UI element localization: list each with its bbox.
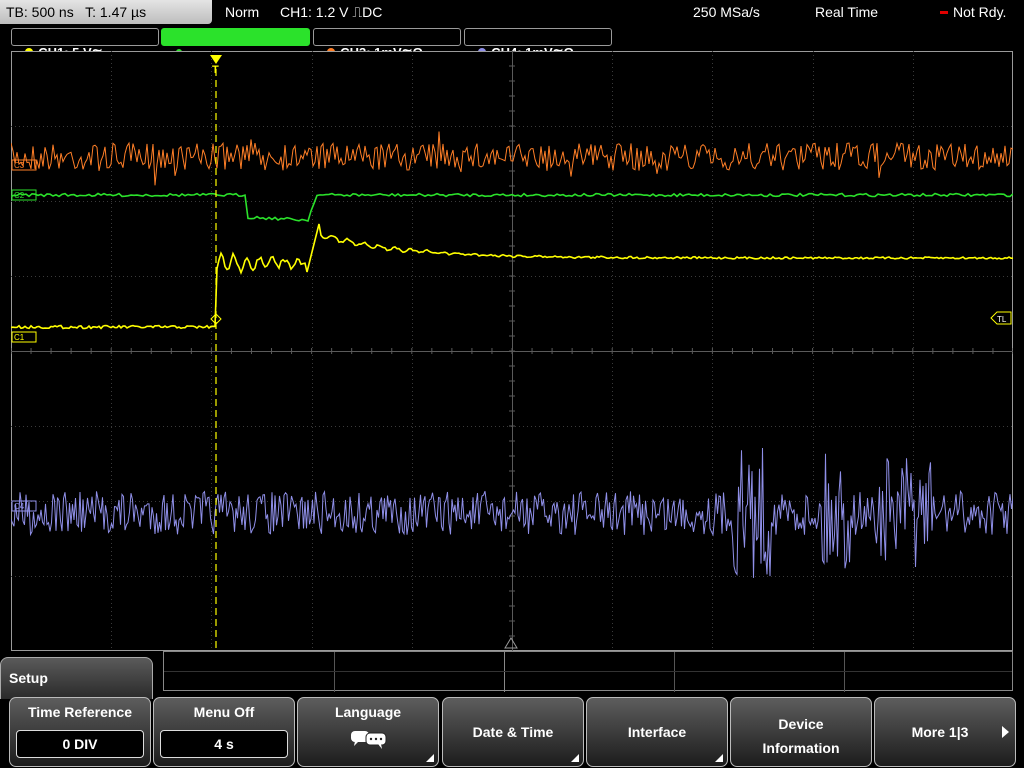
menu-off-label: Menu Off (193, 704, 255, 720)
device-information-label: Device Information (762, 716, 840, 756)
svg-text:C2: C2 (14, 191, 25, 200)
trigger-readout: CH1: 1.2 V ⎍DC (280, 4, 383, 20)
sample-rate: 250 MSa/s (693, 4, 760, 20)
svg-text:C3: C3 (14, 161, 25, 170)
trigger-mode: Norm (225, 4, 260, 20)
svg-text:C4: C4 (14, 502, 25, 511)
language-label: Language (334, 704, 402, 720)
date-time-label: Date & Time (472, 724, 554, 740)
interface-label: Interface (627, 724, 687, 740)
menu-off-button[interactable]: Menu Off 4 s (153, 697, 295, 767)
svg-text:C1: C1 (14, 333, 25, 342)
device-information-button[interactable]: Device Information (730, 697, 872, 767)
speech-bubbles-icon (351, 731, 387, 749)
more-button[interactable]: More 1|3 (874, 697, 1016, 767)
menu-off-value: 4 s (160, 730, 288, 758)
more-label: More 1|3 (911, 724, 969, 740)
menu-title: Setup (0, 657, 153, 699)
tab-ch1[interactable]: CH1: 5 V≅ (11, 28, 159, 60)
svg-text:TL: TL (997, 315, 1007, 324)
date-time-button[interactable]: Date & Time (442, 697, 584, 767)
submenu-corner-icon (426, 754, 434, 762)
time-reference-button[interactable]: Time Reference 0 DIV (9, 697, 151, 767)
tab-ch4[interactable]: CH4: 1mV≅Ω (464, 28, 612, 60)
submenu-corner-icon (715, 754, 723, 762)
tab-ch3[interactable]: CH3: 1mV≅Ω (313, 28, 461, 60)
status-indicator (940, 11, 948, 14)
waveform-display[interactable]: T C3 C2 C1 C4 TL (11, 51, 1013, 651)
status-bar: TB: 500 ns T: 1.47 µs Norm CH1: 1.2 V ⎍D… (0, 0, 1024, 26)
tab-ch2[interactable]: CH2: 20 mV≅Ω (161, 28, 310, 60)
interface-button[interactable]: Interface (586, 697, 728, 767)
language-button[interactable]: Language (297, 697, 439, 767)
acquisition-mode: Real Time (815, 4, 879, 20)
time-reference-value: 0 DIV (16, 730, 144, 758)
acquisition-state: Not Rdy. (953, 4, 1007, 20)
time-reference-label: Time Reference (27, 704, 132, 720)
svg-text:T: T (212, 64, 219, 76)
next-page-icon (1002, 726, 1009, 738)
timebase-readout[interactable]: TB: 500 ns T: 1.47 µs (0, 0, 212, 24)
zoom-overview-bar (163, 651, 1013, 692)
submenu-corner-icon (571, 754, 579, 762)
